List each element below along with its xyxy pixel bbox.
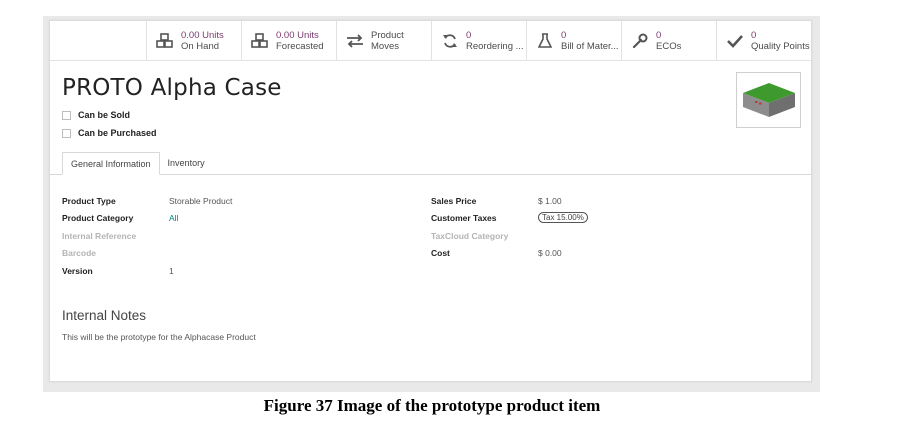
product-category-label: Product Category (62, 213, 134, 223)
can-be-sold-row: Can be Sold (62, 110, 130, 120)
tab-general-information[interactable]: General Information (62, 152, 160, 175)
product-category-link[interactable]: All (169, 213, 178, 223)
version-label: Version (62, 266, 93, 276)
product-type-label: Product Type (62, 196, 116, 206)
tab-inventory[interactable]: Inventory (160, 152, 213, 175)
version-value: 1 (169, 266, 174, 276)
on-hand-button[interactable]: 0.00 Units On Hand (146, 21, 241, 60)
can-be-sold-label: Can be Sold (78, 110, 131, 120)
reordering-button[interactable]: 0 Reordering ... (431, 21, 526, 60)
barcode-label: Barcode (62, 248, 97, 258)
product-type-value[interactable]: Storable Product (169, 196, 232, 206)
product-image[interactable] (736, 72, 801, 128)
cubes-icon (250, 32, 270, 50)
product-moves-button[interactable]: Product Moves (336, 21, 431, 60)
bom-button[interactable]: 0 Bill of Mater... (526, 21, 621, 60)
internal-reference-label: Internal Reference (62, 231, 137, 241)
wrench-icon (630, 32, 650, 50)
smart-button-bar: 0.00 Units On Hand 0.00 Units Forecasted P… (50, 21, 811, 61)
taxcloud-category-label: TaxCloud Category (431, 231, 509, 241)
internal-notes-heading: Internal Notes (62, 308, 147, 323)
internal-notes-text[interactable]: This will be the prototype for the Alpha… (62, 332, 256, 342)
customer-taxes-label: Customer Taxes (431, 213, 497, 223)
ecos-button[interactable]: 0 ECOs (621, 21, 716, 60)
can-be-sold-checkbox[interactable] (62, 110, 71, 120)
can-be-purchased-checkbox[interactable] (62, 128, 71, 138)
sales-price-label: Sales Price (431, 196, 477, 206)
can-be-purchased-label: Can be Purchased (78, 128, 157, 138)
sales-price-value[interactable]: $ 1.00 (538, 196, 562, 206)
check-icon (725, 32, 745, 50)
figure-caption: Figure 37 Image of the prototype product… (263, 396, 601, 415)
product-name[interactable]: PROTO Alpha Case (62, 75, 282, 101)
product-form-sheet: 0.00 Units On Hand 0.00 Units Forecasted P… (49, 20, 812, 382)
quality-points-button[interactable]: 0 Quality Points (716, 21, 811, 60)
tax-badge[interactable]: Tax 15.00% (538, 212, 588, 223)
can-be-purchased-row: Can be Purchased (62, 128, 157, 138)
cubes-icon (155, 32, 175, 50)
flask-icon (535, 32, 555, 50)
product-box-picture (743, 83, 795, 117)
exchange-arrows-icon (345, 32, 365, 50)
customer-taxes-field[interactable]: Tax 15.00% (538, 212, 588, 223)
notebook-tabs: General Information Inventory (62, 152, 213, 175)
cost-label: Cost (431, 248, 450, 258)
forecasted-button[interactable]: 0.00 Units Forecasted (241, 21, 336, 60)
cost-value[interactable]: $ 0.00 (538, 248, 562, 258)
refresh-icon (440, 32, 460, 50)
